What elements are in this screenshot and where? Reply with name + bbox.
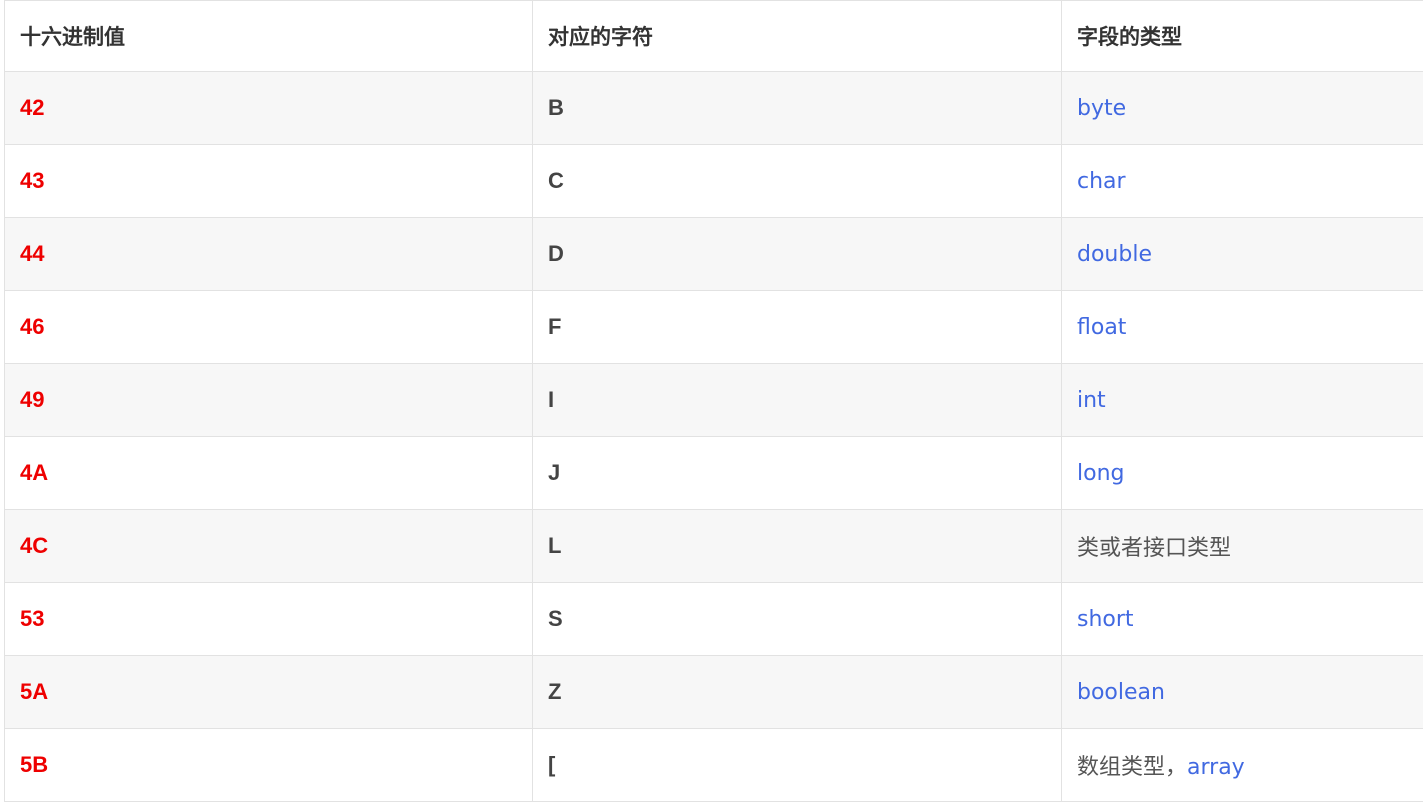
table-row: 46 F float: [4, 290, 1423, 364]
hex-cell: 53: [4, 582, 533, 656]
header-row: 十六进制值 对应的字符 字段的类型: [4, 0, 1423, 72]
table-row: 4A J long: [4, 436, 1423, 510]
char-value: Z: [548, 679, 562, 704]
hex-cell: 44: [4, 217, 533, 291]
type-code-table-container: 十六进制值 对应的字符 字段的类型 42 B byte 43 C char 44…: [4, 0, 1423, 802]
char-value: J: [548, 460, 561, 485]
hex-cell: 4A: [4, 436, 533, 510]
type-link[interactable]: long: [1077, 461, 1124, 486]
char-cell: S: [532, 582, 1062, 656]
type-link[interactable]: float: [1077, 315, 1126, 340]
table-row: 4C L 类或者接口类型: [4, 509, 1423, 583]
table-row: 53 S short: [4, 582, 1423, 656]
char-value: I: [548, 387, 555, 412]
header-hex-value: 十六进制值: [4, 0, 533, 72]
type-cell: double: [1061, 217, 1423, 291]
hex-cell: 5B: [4, 728, 533, 802]
char-value: D: [548, 241, 564, 266]
header-character: 对应的字符: [532, 0, 1062, 72]
hex-value: 49: [20, 387, 45, 412]
char-cell: D: [532, 217, 1062, 291]
hex-value: 42: [20, 95, 45, 120]
hex-value: 44: [20, 241, 45, 266]
char-value: B: [548, 95, 564, 120]
type-link[interactable]: short: [1077, 607, 1134, 632]
table-body: 42 B byte 43 C char 44 D double 46 F flo…: [4, 71, 1423, 802]
hex-value: 46: [20, 314, 45, 339]
char-value: L: [548, 533, 562, 558]
char-value: S: [548, 606, 563, 631]
type-link[interactable]: int: [1077, 388, 1106, 413]
char-cell: J: [532, 436, 1062, 510]
type-cell: int: [1061, 363, 1423, 437]
table-row: 49 I int: [4, 363, 1423, 437]
hex-cell: 42: [4, 71, 533, 145]
type-text: 数组类型，: [1077, 755, 1188, 780]
char-cell: F: [532, 290, 1062, 364]
char-cell: C: [532, 144, 1062, 218]
hex-cell: 46: [4, 290, 533, 364]
type-link[interactable]: byte: [1077, 96, 1126, 121]
char-value: F: [548, 314, 562, 339]
hex-value: 43: [20, 168, 45, 193]
table-row: 5B [ 数组类型，array: [4, 728, 1423, 802]
hex-value: 53: [20, 606, 45, 631]
hex-cell: 5A: [4, 655, 533, 729]
char-value: C: [548, 168, 564, 193]
table-row: 44 D double: [4, 217, 1423, 291]
type-cell: float: [1061, 290, 1423, 364]
type-text: 类或者接口类型: [1077, 536, 1232, 561]
table-row: 42 B byte: [4, 71, 1423, 145]
char-cell: I: [532, 363, 1062, 437]
header-field-type: 字段的类型: [1061, 0, 1423, 72]
table-row: 5A Z boolean: [4, 655, 1423, 729]
table-header: 十六进制值 对应的字符 字段的类型: [4, 0, 1423, 72]
hex-cell: 49: [4, 363, 533, 437]
type-cell: short: [1061, 582, 1423, 656]
char-cell: L: [532, 509, 1062, 583]
table-row: 43 C char: [4, 144, 1423, 218]
hex-value: 5A: [20, 679, 49, 704]
type-link[interactable]: boolean: [1077, 680, 1165, 705]
type-cell: 数组类型，array: [1061, 728, 1423, 802]
hex-cell: 4C: [4, 509, 533, 583]
hex-value: 4C: [20, 533, 49, 558]
char-cell: [: [532, 728, 1062, 802]
type-cell: char: [1061, 144, 1423, 218]
type-cell: 类或者接口类型: [1061, 509, 1423, 583]
type-cell: long: [1061, 436, 1423, 510]
hex-value: 5B: [20, 752, 49, 777]
type-link[interactable]: array: [1187, 755, 1245, 780]
type-link[interactable]: char: [1077, 169, 1126, 194]
type-code-table: 十六进制值 对应的字符 字段的类型 42 B byte 43 C char 44…: [4, 0, 1423, 802]
char-value: [: [548, 752, 556, 777]
type-link[interactable]: double: [1077, 242, 1152, 267]
char-cell: B: [532, 71, 1062, 145]
type-cell: byte: [1061, 71, 1423, 145]
hex-cell: 43: [4, 144, 533, 218]
char-cell: Z: [532, 655, 1062, 729]
type-cell: boolean: [1061, 655, 1423, 729]
hex-value: 4A: [20, 460, 49, 485]
